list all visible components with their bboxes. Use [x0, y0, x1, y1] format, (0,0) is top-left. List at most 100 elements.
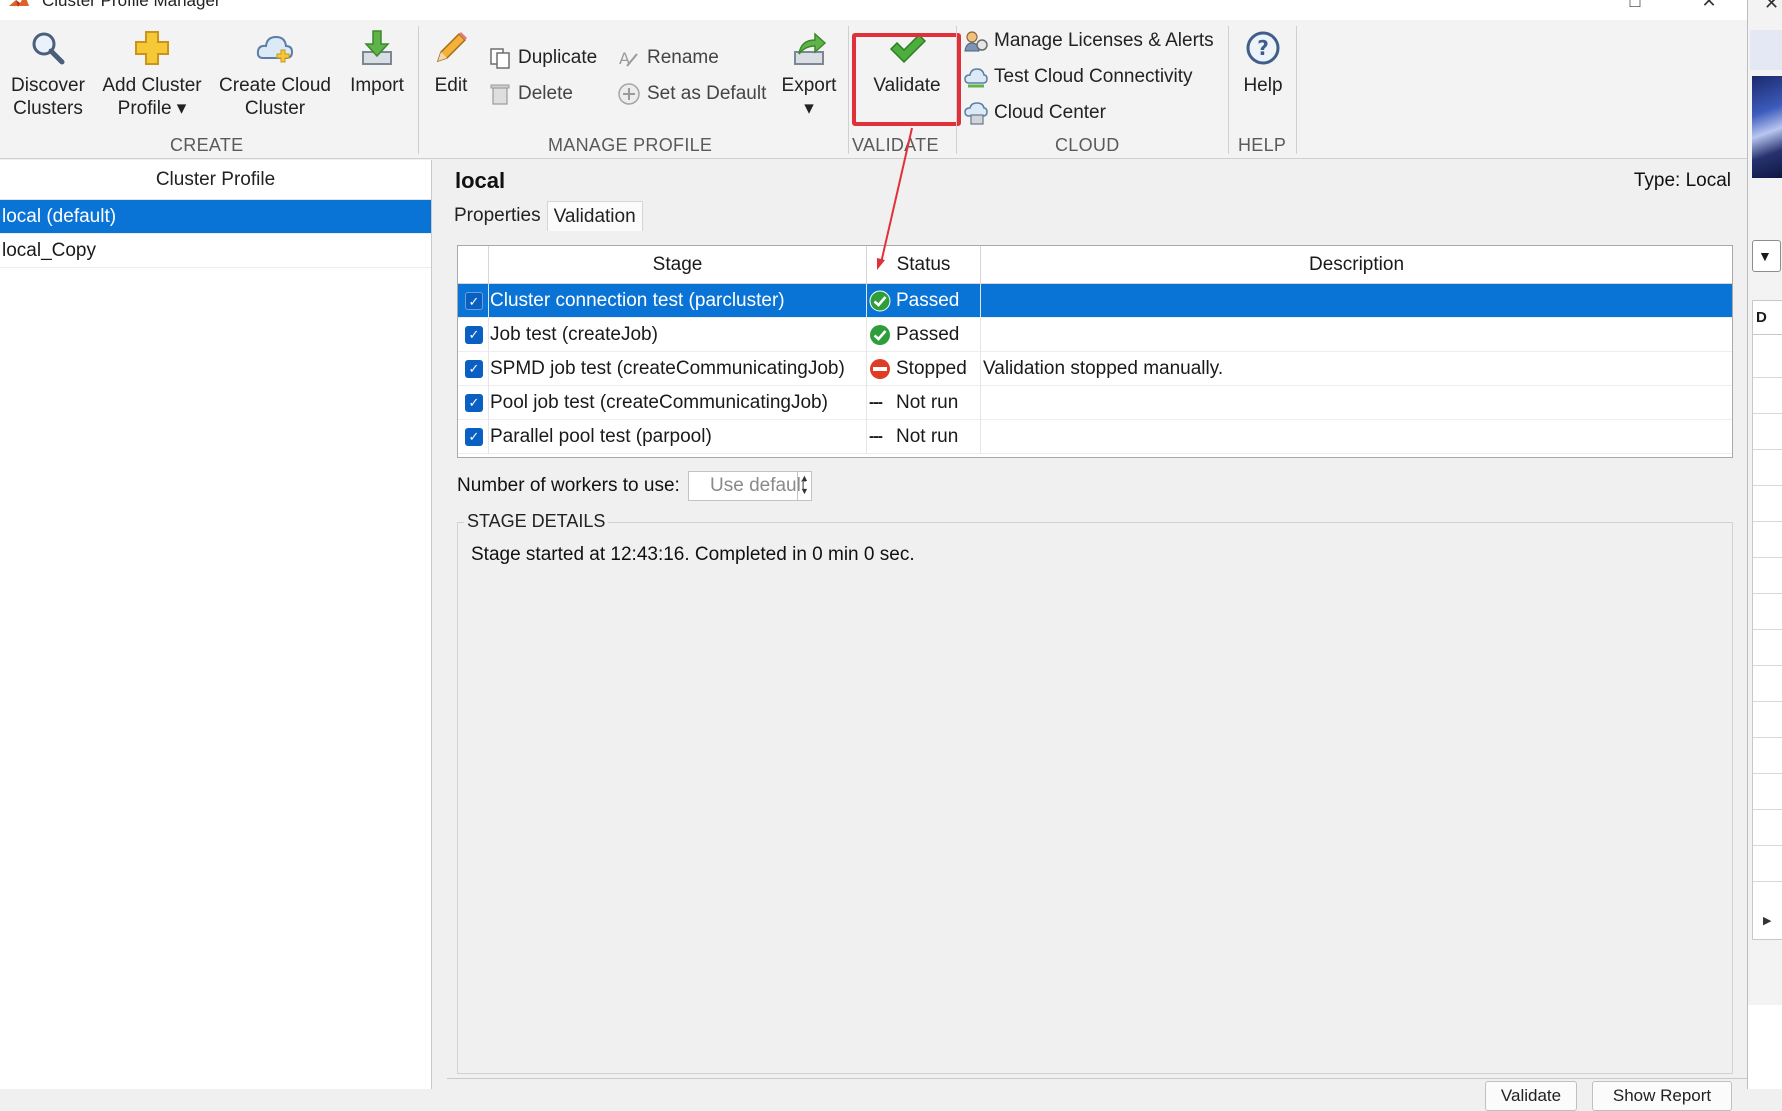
description-cell [981, 284, 1734, 318]
import-arrow-icon [362, 30, 392, 65]
plus-circle-icon [618, 83, 640, 105]
background-window: ✕ ▼ D ▶ [1747, 0, 1782, 1089]
rename-label: Rename [647, 47, 719, 68]
tab-validation[interactable]: Validation [546, 201, 643, 231]
validate-section-label: VALIDATE [852, 135, 939, 155]
status-text: Passed [896, 290, 960, 311]
create-cloud-cluster-label: Create Cloud Cluster [219, 75, 331, 119]
edit-button[interactable]: Edit [426, 28, 476, 97]
stage-checkbox[interactable]: ✓ [465, 360, 483, 378]
toolstrip: Discover Clusters Add Cluster Profile ▾ … [0, 20, 1747, 159]
table-header: Stage Status Description [458, 246, 1732, 284]
table-row[interactable]: ✓ Pool job test (createCommunicatingJob)… [458, 386, 1732, 420]
stage-checkbox[interactable]: ✓ [465, 292, 483, 310]
not-run-dash-icon: --- [869, 428, 883, 445]
help-section-label: HELP [1238, 135, 1287, 155]
manage-profile-section-label: MANAGE PROFILE [548, 135, 713, 155]
row-check-cell: ✓ [458, 318, 489, 352]
discover-clusters-label: Discover Clusters [11, 75, 85, 119]
row-check-cell: ✓ [458, 284, 489, 318]
import-button[interactable]: Import [342, 28, 412, 97]
test-cloud-connectivity-button[interactable]: Test Cloud Connectivity [964, 64, 1193, 90]
stage-checkbox[interactable]: ✓ [465, 394, 483, 412]
background-footer [1748, 1005, 1782, 1089]
status-text: Passed [896, 324, 960, 345]
tab-properties[interactable]: Properties [448, 201, 547, 231]
manage-licenses-alerts-button[interactable]: Manage Licenses & Alerts [964, 28, 1214, 54]
profile-detail-panel: local Type: Local Properties Validation … [432, 160, 1747, 1111]
cloud-center-label: Cloud Center [994, 102, 1106, 123]
show-report-button[interactable]: Show Report [1592, 1081, 1732, 1111]
close-icon[interactable]: ✕ [1694, 0, 1724, 14]
help-icon: ? [1246, 31, 1280, 65]
status-text: Stopped [896, 358, 967, 379]
cloud-center-icon [964, 102, 988, 125]
set-as-default-label: Set as Default [647, 83, 767, 104]
export-label: Export ▾ [781, 75, 837, 119]
maximize-icon[interactable]: □ [1620, 0, 1650, 14]
create-cloud-cluster-button[interactable]: Create Cloud Cluster [214, 28, 336, 120]
row-check-cell: ✓ [458, 420, 489, 454]
cloud-center-button[interactable]: Cloud Center [964, 100, 1106, 126]
validate-highlight-annotation [852, 33, 961, 126]
scroll-right-icon[interactable]: ▶ [1763, 914, 1771, 927]
table-row[interactable]: ✓ Cluster connection test (parcluster) P… [458, 284, 1732, 318]
profile-item-local-copy[interactable]: local_Copy [0, 234, 431, 268]
chevron-down-icon[interactable]: ▼ [1752, 240, 1781, 272]
stage-cell: Pool job test (createCommunicatingJob) [489, 386, 867, 420]
rename-button[interactable]: A Rename [617, 45, 719, 71]
trash-icon [490, 84, 510, 105]
stage-details-title: STAGE DETAILS [464, 511, 609, 532]
add-cluster-profile-button[interactable]: Add Cluster Profile ▾ [96, 28, 208, 120]
help-button[interactable]: ? Help [1236, 28, 1290, 97]
table-row[interactable]: ✓ Job test (createJob) Passed [458, 318, 1732, 352]
table-row[interactable]: ✓ SPMD job test (createCommunicatingJob)… [458, 352, 1732, 386]
validation-results-table: Stage Status Description ✓ Cluster conne… [457, 245, 1733, 458]
toolstrip-separator [1228, 26, 1229, 154]
create-section-label: CREATE [170, 135, 244, 155]
status-text: Not run [896, 392, 959, 413]
delete-label: Delete [518, 83, 573, 104]
row-check-cell: ✓ [458, 352, 489, 386]
background-table-header: D [1753, 301, 1782, 335]
status-text: Not run [896, 426, 959, 447]
status-cell: --- Not run [867, 420, 981, 454]
manage-licenses-alerts-label: Manage Licenses & Alerts [994, 30, 1214, 51]
stage-cell: SPMD job test (createCommunicatingJob) [489, 352, 867, 386]
profile-item-local-default[interactable]: local (default) [0, 200, 431, 234]
background-image [1752, 76, 1782, 178]
close-icon[interactable]: ✕ [1764, 0, 1779, 14]
status-column-header[interactable]: Status [867, 246, 981, 284]
set-as-default-button[interactable]: Set as Default [617, 81, 766, 107]
validate-footer-button[interactable]: Validate [1485, 1081, 1577, 1111]
background-table: D ▶ [1752, 300, 1782, 940]
stage-checkbox[interactable]: ✓ [465, 428, 483, 446]
window-title: Cluster Profile Manager [42, 0, 221, 10]
delete-button[interactable]: Delete [488, 81, 573, 107]
pencil-icon [436, 32, 467, 63]
cloud-connectivity-icon [964, 68, 988, 88]
stage-cell: Cluster connection test (parcluster) [489, 284, 867, 318]
workers-spinner-placeholder: Use default [710, 475, 807, 496]
stage-checkbox[interactable]: ✓ [465, 326, 483, 344]
cluster-profile-list-panel: Cluster Profile local (default) local_Co… [0, 160, 432, 1089]
export-button[interactable]: Export ▾ [778, 28, 840, 120]
svg-text:?: ? [1257, 36, 1269, 60]
status-cell: --- Not run [867, 386, 981, 420]
stage-cell: Job test (createJob) [489, 318, 867, 352]
discover-clusters-button[interactable]: Discover Clusters [6, 28, 90, 120]
footer-divider [447, 1078, 1747, 1079]
test-cloud-connectivity-label: Test Cloud Connectivity [994, 66, 1193, 87]
matlab-logo-icon [9, 0, 29, 7]
import-label: Import [350, 75, 404, 96]
plus-icon [135, 31, 169, 65]
table-row[interactable]: ✓ Parallel pool test (parpool) --- Not r… [458, 420, 1732, 454]
passed-check-icon [869, 290, 891, 312]
description-column-header[interactable]: Description [981, 246, 1732, 284]
workers-spinner[interactable]: Use default ▲ ▼ [688, 471, 812, 501]
help-label: Help [1243, 75, 1283, 96]
duplicate-button[interactable]: Duplicate [488, 45, 597, 71]
stage-column-header[interactable]: Stage [489, 246, 867, 284]
stage-details-box: STAGE DETAILS Stage started at 12:43:16.… [457, 511, 1733, 1074]
spinner-arrows[interactable]: ▲ ▼ [797, 472, 811, 500]
